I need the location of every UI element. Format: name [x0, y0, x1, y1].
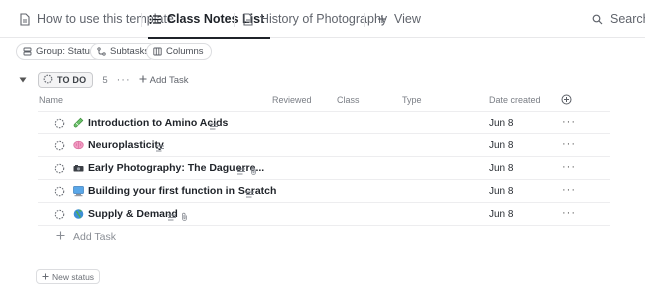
search-button[interactable]: Search: [591, 0, 645, 38]
plus-icon: [375, 13, 388, 26]
collapse-caret-icon[interactable]: [18, 75, 28, 85]
group-by-label: Group: Status: [36, 46, 95, 57]
task-name[interactable]: Neuroplasticity: [88, 139, 164, 151]
computer-icon: [73, 185, 84, 197]
add-view-button[interactable]: View: [375, 0, 421, 38]
group-add-task-button[interactable]: Add Task: [139, 75, 189, 86]
globe-icon: [73, 208, 84, 220]
status-circle-icon[interactable]: [54, 163, 65, 174]
row-more-icon[interactable]: ···: [562, 138, 576, 150]
plus-icon: [139, 75, 147, 86]
subtasks-label: Subtasks: [110, 46, 150, 57]
add-view-label: View: [394, 12, 421, 26]
column-header-reviewed[interactable]: Reviewed: [272, 95, 312, 107]
status-label: TO DO: [57, 75, 87, 85]
table-row[interactable]: Neuroplasticity Jun 8 ···: [38, 134, 610, 157]
status-group-header: TO DO 5 ··· Add Task: [18, 72, 189, 88]
status-circle-icon[interactable]: [54, 186, 65, 197]
task-name[interactable]: Supply & Demand: [88, 208, 178, 220]
status-circle-icon[interactable]: [54, 118, 65, 129]
table-row[interactable]: Early Photography: The Daguerre... Jun 8…: [38, 157, 610, 180]
divider: [364, 13, 365, 27]
list-icon: [148, 13, 161, 26]
attachment-icon: [250, 164, 257, 178]
new-status-button[interactable]: New status: [36, 269, 101, 284]
task-count: 5: [102, 74, 108, 86]
new-status-label: New status: [52, 271, 95, 282]
date-created-cell: Jun 8: [489, 186, 514, 197]
status-badge[interactable]: TO DO: [38, 72, 94, 88]
test-tube-icon: [73, 117, 84, 129]
column-header-class[interactable]: Class: [337, 95, 360, 107]
description-icon: [210, 119, 218, 133]
plus-icon: [56, 231, 65, 243]
table-row[interactable]: Supply & Demand Jun 8 ···: [38, 203, 610, 226]
tab-history-of-photography[interactable]: History of Photography: [241, 0, 387, 38]
table-row[interactable]: Introduction to Amino Acids Jun 8 ···: [38, 111, 610, 134]
subtasks-icon: [97, 47, 106, 56]
document-icon: [18, 12, 31, 26]
divider: [141, 13, 142, 27]
date-created-cell: Jun 8: [489, 163, 514, 174]
search-icon: [591, 13, 604, 26]
table-row[interactable]: Building your first function in Scratch …: [38, 180, 610, 203]
description-icon: [246, 187, 254, 201]
status-circle-icon[interactable]: [54, 140, 65, 151]
row-more-icon[interactable]: ···: [562, 161, 576, 173]
column-header-type[interactable]: Type: [402, 95, 422, 107]
date-created-cell: Jun 8: [489, 140, 514, 151]
description-icon: [156, 141, 164, 155]
task-name[interactable]: Introduction to Amino Acids: [88, 117, 228, 129]
plus-circle-icon: [561, 94, 572, 108]
tab-label: History of Photography: [260, 12, 388, 26]
add-task-label: Add Task: [73, 231, 116, 243]
date-created-cell: Jun 8: [489, 209, 514, 220]
add-task-row[interactable]: Add Task: [56, 231, 116, 243]
column-header-date-created[interactable]: Date created: [489, 95, 541, 107]
plus-icon: [42, 272, 49, 282]
layers-icon: [23, 47, 32, 56]
views-bar: How to use this template Class Notes Lis…: [0, 0, 645, 39]
column-header-name[interactable]: Name: [39, 95, 63, 107]
status-circle-icon[interactable]: [54, 209, 65, 220]
row-more-icon[interactable]: ···: [562, 184, 576, 196]
add-task-label: Add Task: [149, 74, 189, 86]
status-circle-icon: [43, 74, 53, 86]
description-icon: [168, 210, 176, 224]
date-created-cell: Jun 8: [489, 118, 514, 129]
columns-chip[interactable]: Columns: [146, 43, 212, 60]
row-more-icon[interactable]: ···: [562, 207, 576, 219]
document-icon: [241, 12, 254, 26]
brain-icon: [73, 139, 84, 151]
columns-icon: [153, 47, 162, 56]
row-more-icon[interactable]: ···: [562, 116, 576, 128]
add-column-button[interactable]: [561, 94, 572, 108]
group-more-icon[interactable]: ···: [117, 74, 131, 86]
divider: [234, 13, 235, 27]
search-label: Search: [610, 12, 645, 26]
attachment-icon: [181, 210, 188, 224]
columns-label: Columns: [166, 46, 204, 57]
description-icon: [237, 164, 245, 178]
camera-icon: [73, 162, 84, 174]
